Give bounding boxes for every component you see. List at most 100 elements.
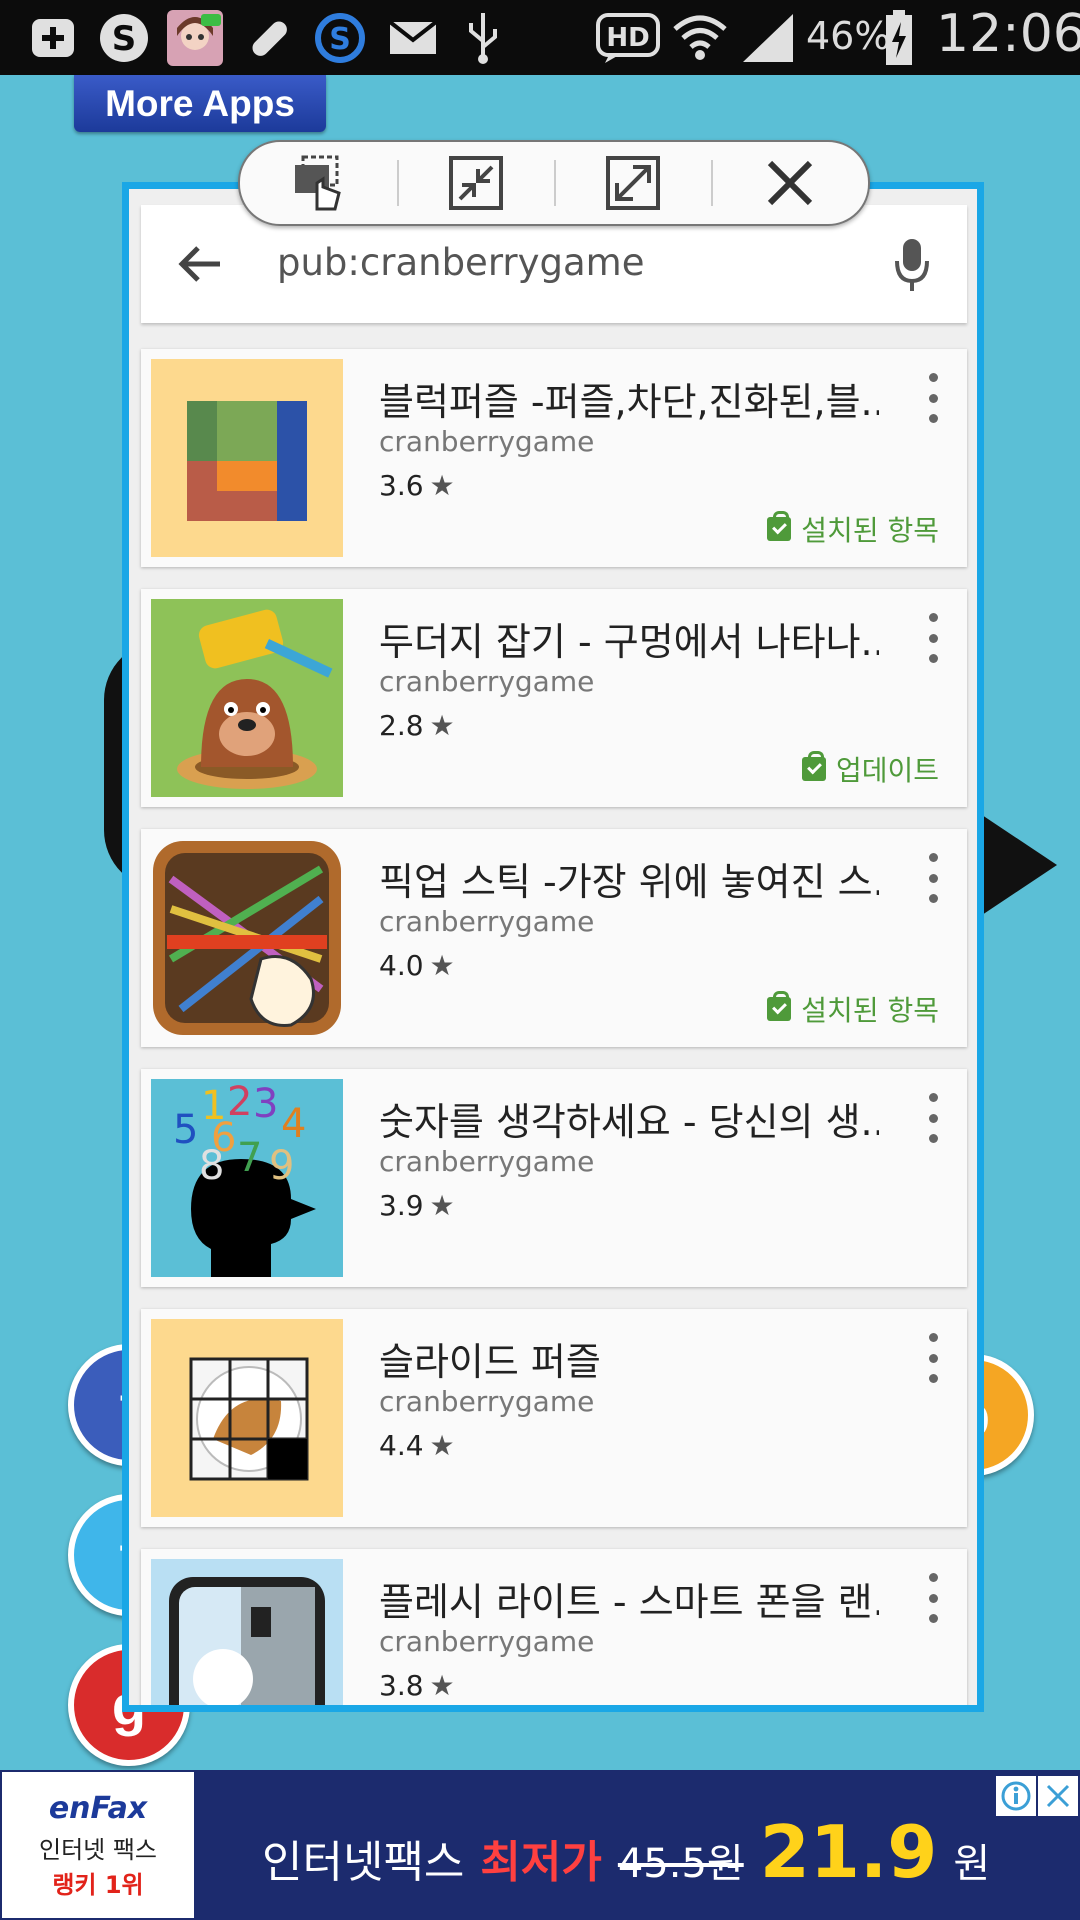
ad-logo: enFax 인터넷 팩스 랭키 1위 [2,1772,194,1918]
rating-value: 2.8 [379,709,424,742]
mic-button[interactable] [887,235,937,295]
app-title: 플레시 라이트 - 스마트 폰을 랜.. [379,1580,879,1624]
number-head-icon: 1 2 3 4 5 6 7 8 9 [151,1079,343,1277]
thumb-digit: 3 [253,1081,278,1127]
drag-window-button[interactable] [240,142,397,224]
microphone-icon [895,239,929,291]
thumb-digit: 4 [281,1101,306,1147]
thumb-digit: 5 [173,1107,198,1153]
overflow-menu-icon[interactable] [923,1333,943,1383]
floating-window: pub:cranberrygame 블럭퍼즐 -퍼즐,차단,진화된,블.. cr… [122,182,984,1712]
bandage-icon [242,10,296,65]
app-card[interactable]: 픽업 스틱 -가장 위에 놓여진 스.. cranberrygame 4.0 ★ … [141,829,967,1047]
app-developer: cranberrygame [379,905,595,938]
app-rating: 3.9 ★ [379,1189,455,1222]
ad-brand-line1: 인터넷 팩스 [38,1835,158,1864]
app-developer: cranberrygame [379,1385,595,1418]
app-developer: cranberrygame [379,665,595,698]
app-rating: 3.6 ★ [379,469,455,502]
wifi-icon [670,10,730,65]
ad-brand: enFax [48,1790,148,1826]
maximize-window-icon [605,156,660,210]
ad-new-price: 21.9 [759,1810,938,1894]
minimize-window-icon [448,156,503,210]
app-card[interactable]: 두더지 잡기 - 구멍에서 나타나.. cranberrygame 2.8 ★ 업… [141,589,967,807]
mole-hammer-icon [151,599,343,797]
app-developer: cranberrygame [379,425,595,458]
overflow-menu-icon[interactable] [923,1093,943,1143]
app-card[interactable]: 플레시 라이트 - 스마트 폰을 랜.. cranberrygame 3.8 ★ [141,1549,967,1705]
app-title: 픽업 스틱 -가장 위에 놓여진 스.. [379,860,879,904]
flashlight-icon [151,1559,343,1705]
more-apps-button[interactable]: More Apps [74,75,326,132]
app-card[interactable]: 블럭퍼즐 -퍼즐,차단,진화된,블.. cranberrygame 3.6 ★ 설… [141,349,967,567]
rating-value: 3.9 [379,1189,424,1222]
update-status: 업데이트 [801,749,939,789]
ad-info-button[interactable] [996,1776,1036,1816]
search-input[interactable]: pub:cranberrygame [277,241,644,284]
status-label: 설치된 항목 [801,514,939,547]
star-icon: ★ [429,1189,455,1222]
star-icon: ★ [429,1429,455,1462]
status-label: 업데이트 [835,754,939,787]
rating-value: 3.8 [379,1669,424,1702]
block-puzzle-icon [151,359,343,557]
usb-icon [458,10,508,65]
app-title: 숫자를 생각하세요 - 당신의 생.. [379,1100,879,1144]
maximize-window-button[interactable] [554,142,711,224]
background-arrow-icon [982,815,1057,915]
ad-close-button[interactable] [1038,1776,1078,1816]
pickup-sticks-icon [151,839,343,1037]
app-developer: cranberrygame [379,1145,595,1178]
battery-percent: 46% [806,14,891,58]
overflow-menu-icon[interactable] [923,1573,943,1623]
battery-icon [882,9,916,65]
app-rating: 4.4 ★ [379,1429,455,1462]
slide-puzzle-icon [151,1319,343,1517]
app-developer: cranberrygame [379,1625,595,1658]
back-arrow-icon [178,246,220,282]
hd-icon: HD [594,10,662,65]
app-card[interactable]: 슬라이드 퍼즐 cranberrygame 4.4 ★ [141,1309,967,1527]
back-button[interactable] [171,235,229,293]
clock: 12:06 [936,4,1080,64]
app-rating: 2.8 ★ [379,709,455,742]
ad-brand-line2: 랭키 1위 [52,1870,144,1899]
thumb-digit: 9 [269,1143,294,1189]
ad-headline: 인터넷팩스 최저가 45.5원 21.9 원 [262,1810,990,1894]
rating-value: 4.0 [379,949,424,982]
app-card[interactable]: 1 2 3 4 5 6 7 8 9 숫자를 생각하세요 - 당신의 생.. cr… [141,1069,967,1287]
minimize-window-button[interactable] [397,142,554,224]
app-title: 슬라이드 퍼즐 [379,1340,601,1384]
close-icon [1046,1784,1070,1808]
hd-label: HD [606,23,649,53]
overflow-menu-icon[interactable] [923,613,943,663]
installed-bag-icon [767,991,792,1021]
close-window-icon [767,160,812,206]
signal-icon [740,10,796,65]
thumb-digit: 8 [199,1143,224,1189]
add-icon [26,10,80,65]
ad-banner[interactable]: enFax 인터넷 팩스 랭키 1위 인터넷팩스 최저가 45.5원 21.9 … [0,1770,1080,1920]
ad-text-main: 인터넷팩스 [262,1837,465,1888]
star-icon: ★ [429,1669,455,1702]
info-icon [1001,1781,1031,1811]
svg-text:S: S [112,19,137,59]
overflow-menu-icon[interactable] [923,373,943,423]
app-rating: 4.0 ★ [379,949,455,982]
line-avatar-icon [166,9,224,66]
rating-value: 3.6 [379,469,424,502]
window-toolbar [238,140,870,226]
svg-text:S: S [329,22,351,57]
s-app-icon: S [312,10,368,65]
install-status: 설치된 항목 [767,989,939,1029]
close-window-button[interactable] [711,142,868,224]
overflow-menu-icon[interactable] [923,853,943,903]
update-bag-icon [801,751,826,781]
thumb-digit: 7 [237,1135,262,1181]
app-title: 블럭퍼즐 -퍼즐,차단,진화된,블.. [379,380,879,424]
installed-bag-icon [767,511,792,541]
mail-icon [386,10,440,65]
star-icon: ★ [429,469,455,502]
rating-value: 4.4 [379,1429,424,1462]
